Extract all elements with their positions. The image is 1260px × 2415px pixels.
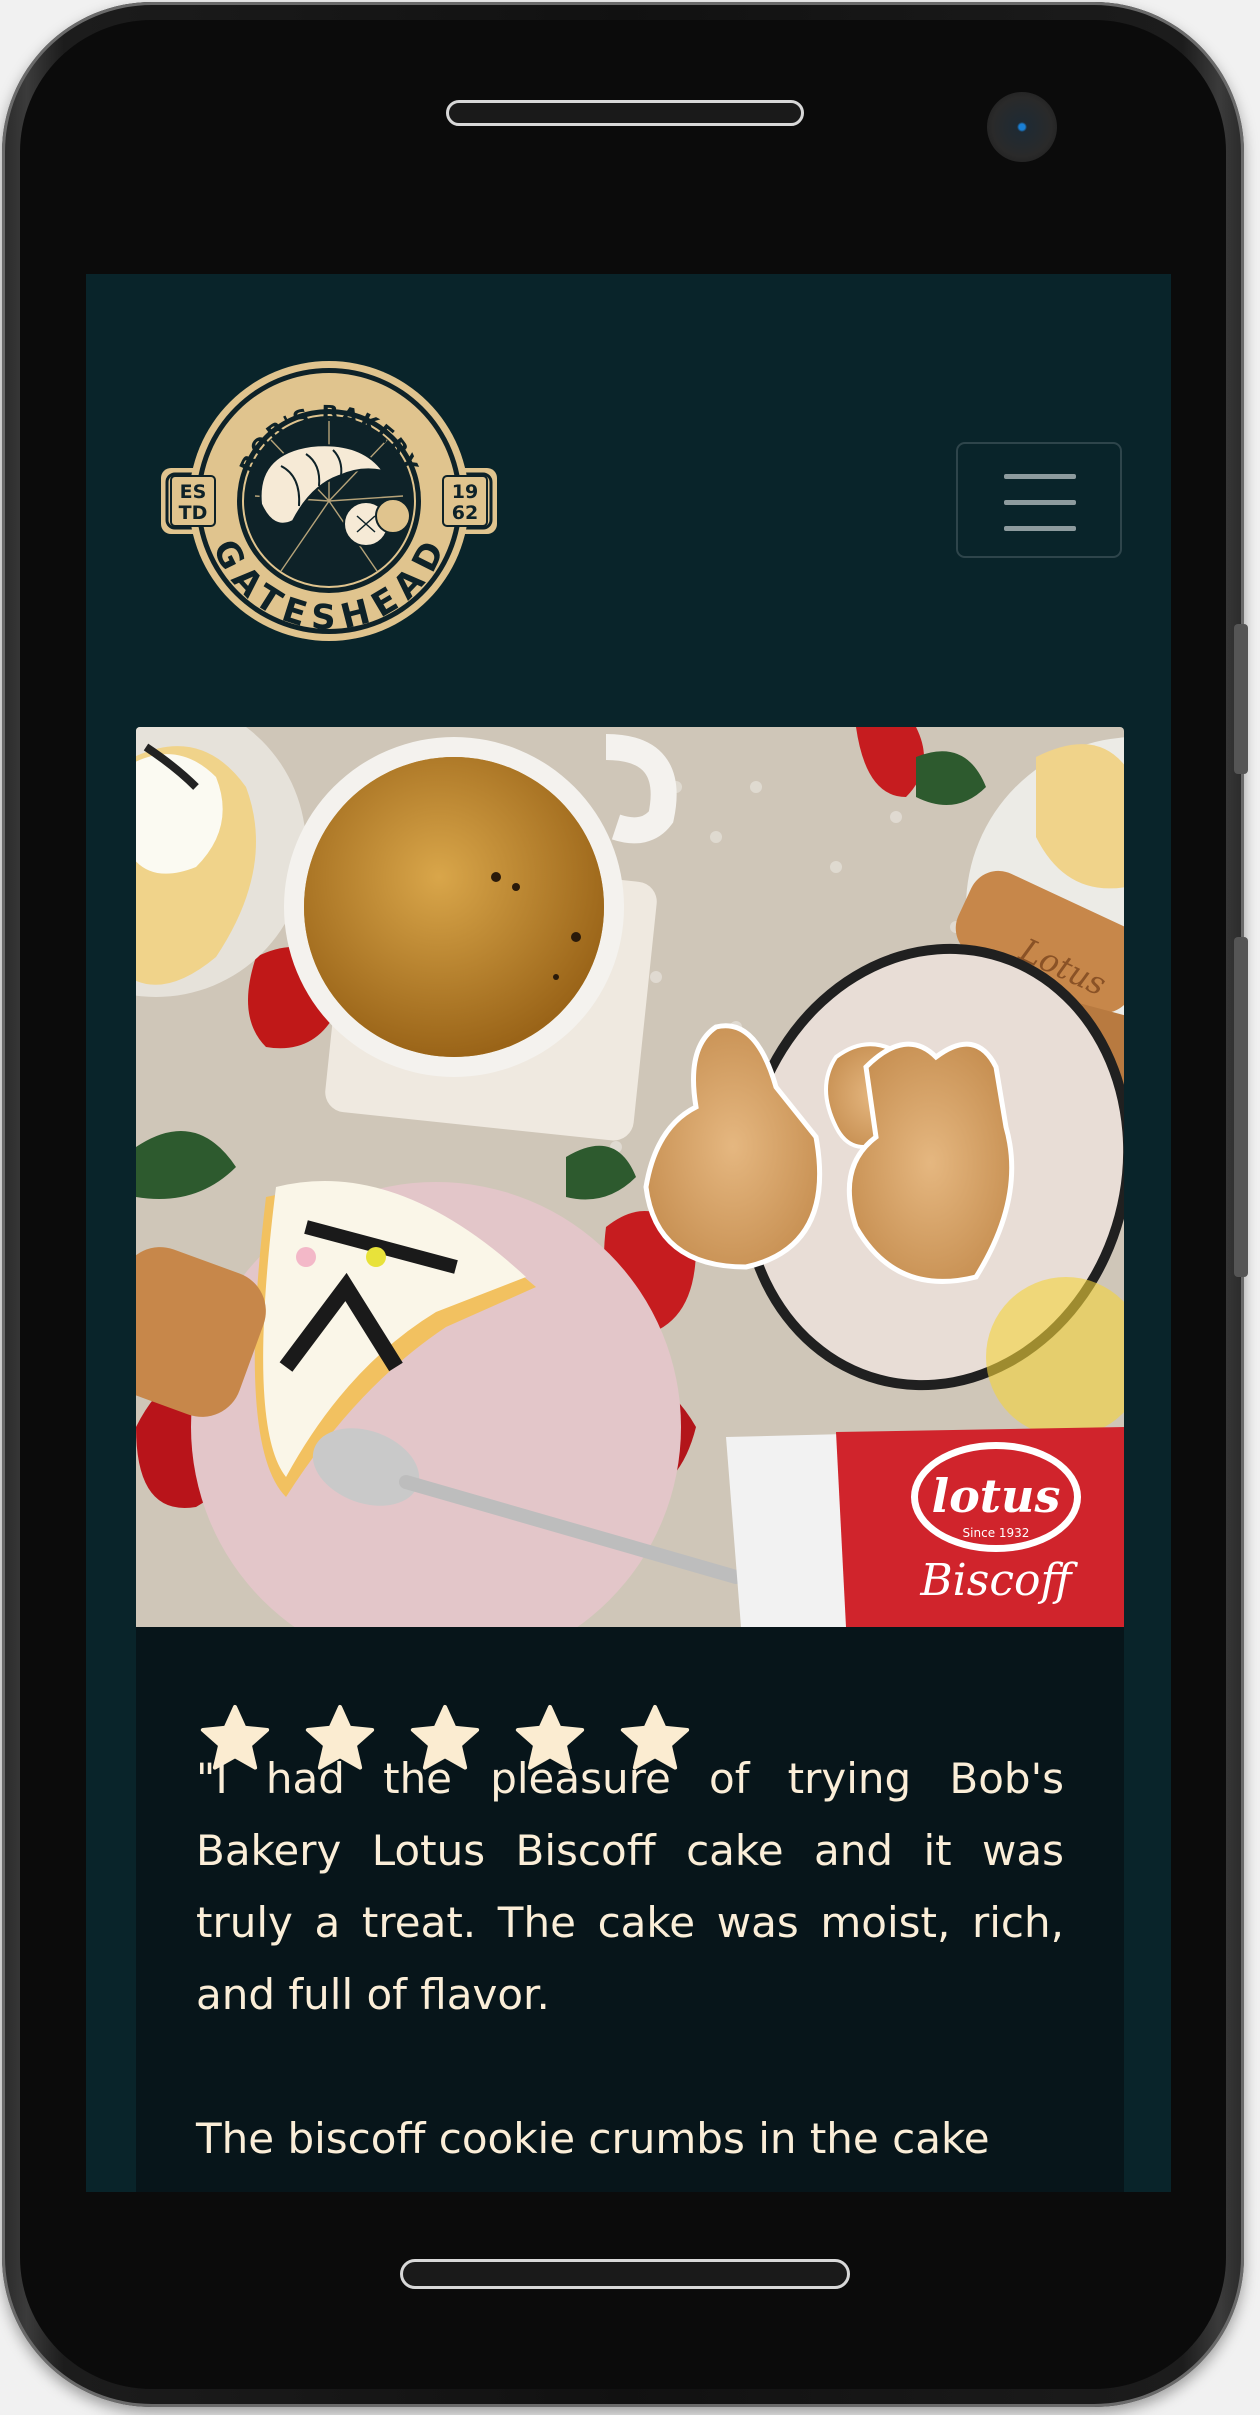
hamburger-icon [1004,474,1076,479]
logo-year-line2: 62 [452,502,478,524]
testimonial-photo: Lotus lotus Since 1932 Biscoff [136,727,1124,1627]
phone-frame: BOB'S BAKERY GATESHEAD ES TD 19 62 Lotus… [2,2,1248,2407]
bakery-logo[interactable]: BOB'S BAKERY GATESHEAD ES TD 19 62 [161,356,497,646]
volume-button [1234,624,1248,774]
package-since-text: Since 1932 [963,1526,1030,1540]
screen: BOB'S BAKERY GATESHEAD ES TD 19 62 Lotus… [86,274,1171,2192]
testimonial-card: "I had the pleasure of trying Bob's Bake… [136,1627,1124,2192]
home-indicator-icon[interactable] [400,2259,850,2289]
logo-estd-line1: ES [180,481,207,503]
package-product-text: Biscoff [919,1555,1078,1606]
camera-icon [987,92,1057,162]
speaker-icon [446,100,804,126]
review-paragraph-2: The biscoff cookie crumbs in the cake [196,2114,990,2163]
hamburger-icon-line [1004,526,1076,531]
review-text: "I had the pleasure of trying Bob's Bake… [196,1743,1064,2175]
hamburger-icon-line [1004,500,1076,505]
logo-year-line1: 19 [452,481,478,503]
power-button [1234,937,1248,1277]
menu-toggle-button[interactable] [956,442,1122,558]
review-paragraph-1: "I had the pleasure of trying Bob's Bake… [196,1754,1064,2019]
logo-estd-line2: TD [179,502,208,524]
package-brand-text: lotus [932,1469,1061,1523]
